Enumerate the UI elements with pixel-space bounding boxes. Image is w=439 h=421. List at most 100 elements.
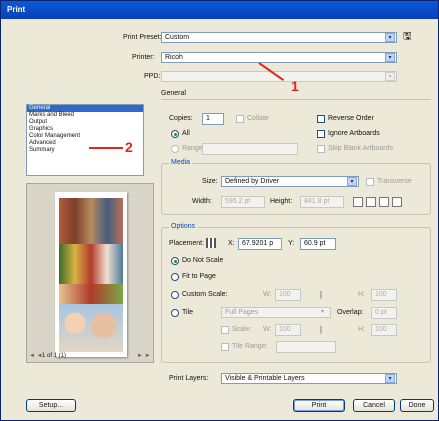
transverse-label: Transverse [377, 178, 412, 185]
skip-blank-label: Skip Blank Artboards [328, 145, 393, 152]
tile-h-label: H: [358, 326, 365, 333]
category-item[interactable]: Output [27, 119, 143, 126]
width-label: Width: [192, 198, 212, 205]
chevron-down-icon: ▾ [321, 309, 325, 315]
do-not-scale-label: Do Not Scale [182, 257, 224, 264]
all-radio[interactable] [171, 130, 179, 138]
window-title: Print [7, 5, 26, 14]
print-preset-select[interactable]: Custom [161, 32, 397, 43]
media-group-title: Media [169, 159, 193, 166]
tile-range-input[interactable] [276, 341, 336, 353]
scale-h-input[interactable]: 100 [371, 289, 397, 301]
collate-checkbox[interactable] [236, 115, 244, 123]
tile-value: Full Pages [225, 309, 259, 316]
print-preview[interactable]: ◄ ◄ 1 of 1 (1) ► ► [26, 183, 154, 363]
y-input[interactable]: 60.9 pt [300, 238, 336, 250]
print-preset-label: Print Preset: [123, 34, 162, 41]
category-item[interactable]: General [27, 105, 143, 112]
custom-scale-label: Custom Scale: [182, 291, 228, 298]
tile-scale-label: Scale: [232, 326, 252, 333]
y-label: Y: [288, 240, 295, 247]
save-preset-icon[interactable]: 🖫 [403, 32, 413, 42]
tile-label: Tile [182, 309, 194, 316]
tile-h-input[interactable]: 100 [371, 324, 397, 336]
preview-page [55, 192, 127, 357]
tile-w-label: W: [263, 326, 272, 333]
do-not-scale-radio[interactable] [171, 257, 179, 265]
category-item[interactable]: Marks and Bleed [27, 112, 143, 119]
collate-label: Collate [247, 115, 269, 122]
copies-label: Copies: [169, 115, 193, 122]
tile-select[interactable]: Full Pages [221, 307, 331, 318]
chevron-down-icon: ▾ [347, 177, 357, 186]
reverse-order-label: Reverse Order [328, 115, 374, 122]
annotation-label-2: 2 [125, 139, 133, 155]
last-page-icon[interactable]: ► ► [137, 353, 151, 359]
range-radio[interactable] [171, 145, 179, 153]
x-input[interactable]: 67.9201 p [238, 238, 282, 250]
placement-label: Placement: [169, 240, 205, 247]
tile-range-label: Tile Range: [232, 343, 268, 350]
annotation-label-1: 1 [291, 78, 299, 94]
x-label: X: [228, 240, 235, 247]
orientation-landscape-icon[interactable] [366, 197, 376, 207]
print-layers-value: Visible & Printable Layers [225, 375, 305, 382]
ignore-artboards-label: Ignore Artboards [328, 130, 380, 137]
height-label: Height: [270, 198, 293, 205]
first-page-icon[interactable]: ◄ ◄ [29, 353, 43, 359]
print-preset-value: Custom [165, 34, 190, 41]
size-label: Size: [202, 178, 218, 185]
overlap-label: Overlap: [337, 309, 364, 316]
tile-range-checkbox[interactable] [221, 343, 229, 351]
fit-to-page-radio[interactable] [171, 273, 179, 281]
orientation-portrait-icon[interactable] [353, 197, 363, 207]
tile-w-input[interactable]: 100 [275, 324, 301, 336]
placement-grid-icon[interactable] [206, 238, 216, 248]
link-icon[interactable]: ∥ [319, 325, 323, 334]
orientation-portrait-flipped-icon[interactable] [379, 197, 389, 207]
chevron-down-icon: ▾ [385, 53, 395, 62]
print-dialog: Print Print Preset: Custom ▾ 🖫 Printer: … [0, 0, 439, 421]
photo-collage-row-4 [59, 304, 123, 352]
cancel-button[interactable]: Cancel [353, 399, 395, 412]
all-label: All [182, 130, 190, 137]
size-select[interactable]: Defined by Driver [221, 176, 359, 187]
tile-radio[interactable] [171, 309, 179, 317]
link-icon[interactable]: ∥ [319, 290, 323, 299]
scale-w-label: W: [263, 291, 272, 298]
reverse-order-checkbox[interactable] [317, 115, 325, 123]
ppd-label: PPD: [144, 73, 161, 80]
scale-h-label: H: [358, 291, 365, 298]
width-input[interactable]: 595.2 pt [221, 196, 265, 208]
tile-scale-checkbox[interactable] [221, 326, 229, 334]
chevron-down-icon: ▾ [385, 374, 395, 383]
chevron-down-icon: ▾ [385, 33, 395, 42]
printer-value: Ricoh [165, 54, 183, 61]
range-input[interactable] [202, 143, 298, 155]
print-layers-select[interactable]: Visible & Printable Layers [221, 373, 397, 384]
options-group-title: Options [169, 223, 198, 230]
overlap-input[interactable]: 0 pt [371, 307, 397, 319]
title-bar: Print [1, 1, 438, 19]
divider [161, 99, 431, 100]
annotation-arrow-2 [89, 147, 123, 149]
category-item[interactable]: Graphics [27, 126, 143, 133]
ignore-artboards-checkbox[interactable] [317, 130, 325, 138]
orientation-landscape-flipped-icon[interactable] [392, 197, 402, 207]
skip-blank-checkbox[interactable] [317, 145, 325, 153]
printer-select[interactable]: Ricoh [161, 52, 397, 63]
setup-button[interactable]: Setup... [26, 399, 76, 412]
done-button[interactable]: Done [400, 399, 434, 412]
section-heading: General [161, 90, 186, 97]
custom-scale-radio[interactable] [171, 291, 179, 299]
photo-collage-row-2 [59, 244, 123, 284]
chevron-down-icon: ▾ [385, 72, 395, 81]
transverse-checkbox[interactable] [366, 178, 374, 186]
print-layers-label: Print Layers: [169, 375, 209, 382]
print-button[interactable]: Print [293, 399, 345, 412]
height-input[interactable]: 841.8 pt [300, 196, 344, 208]
scale-w-input[interactable]: 100 [275, 289, 301, 301]
copies-input[interactable]: 1 [202, 113, 224, 125]
fit-to-page-label: Fit to Page [182, 273, 216, 280]
size-value: Defined by Driver [225, 178, 280, 185]
